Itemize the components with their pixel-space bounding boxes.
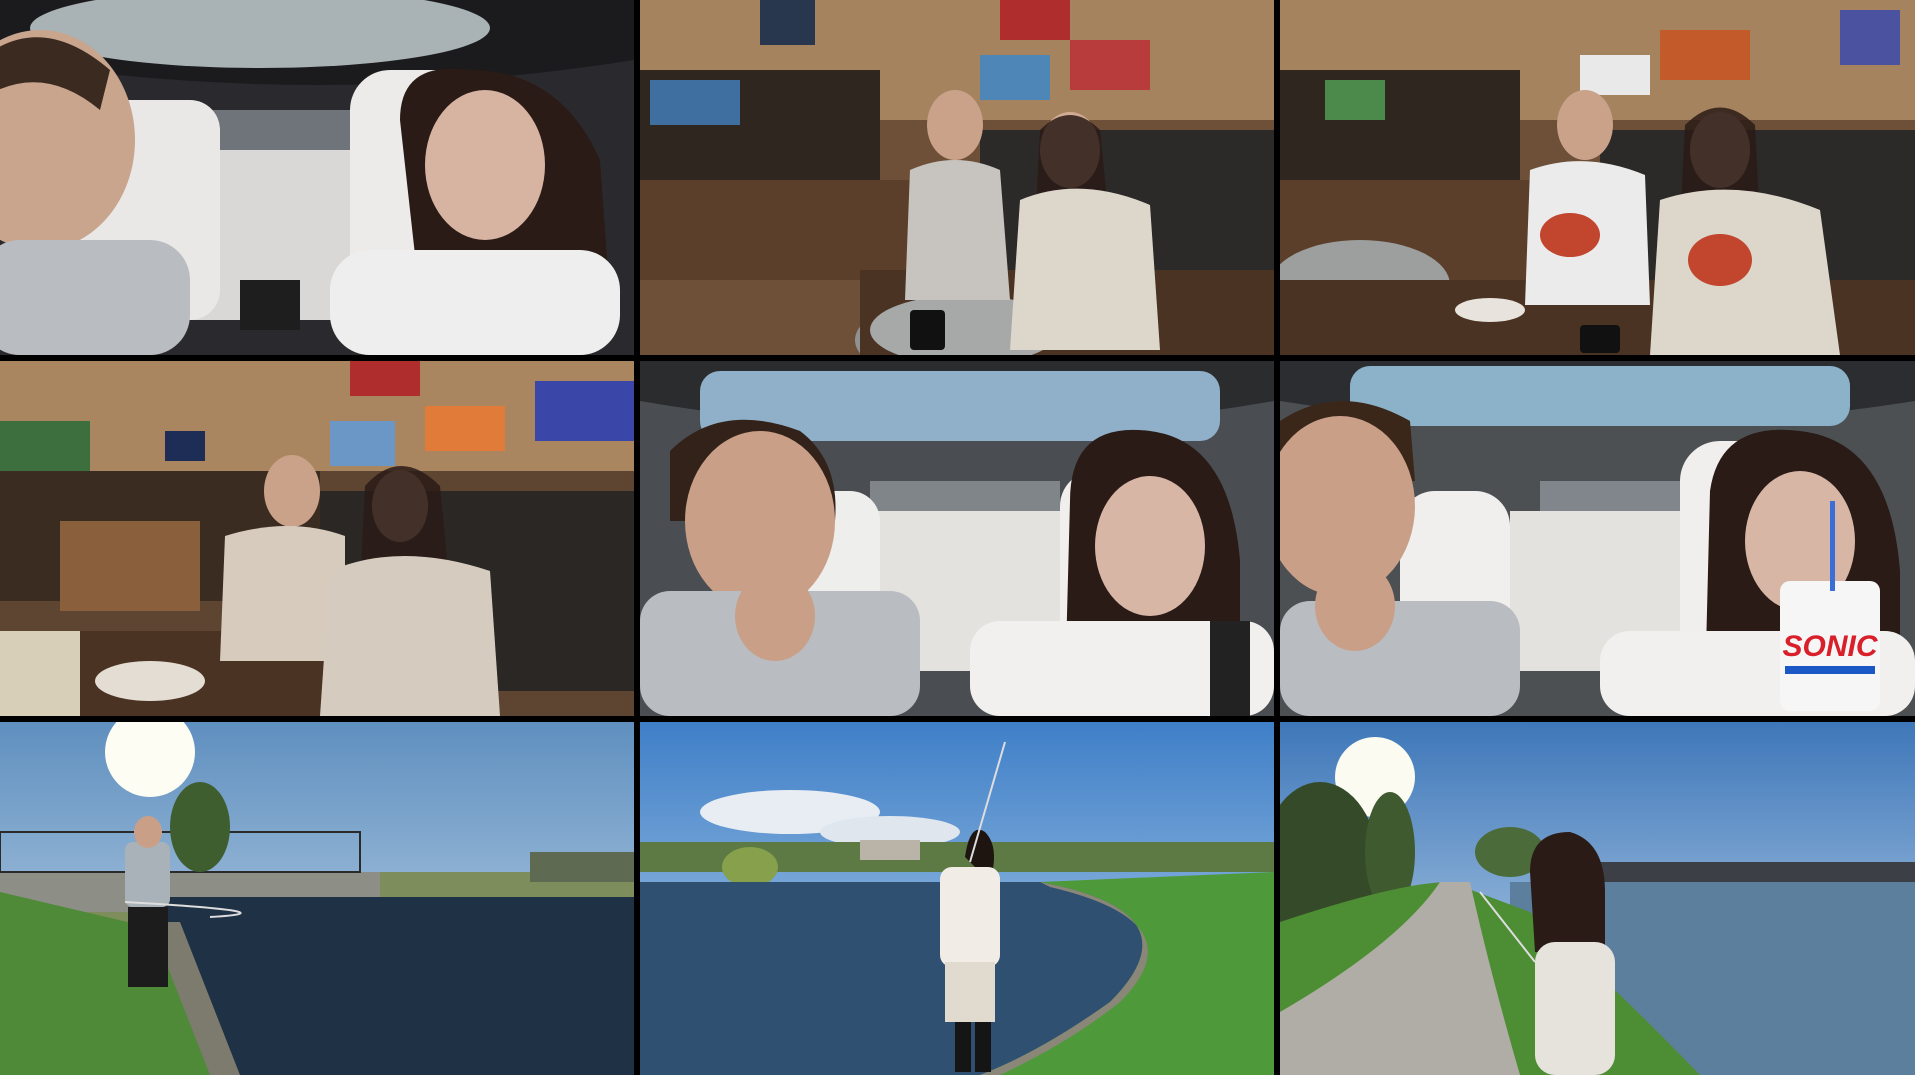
pond-fishing-photo bbox=[640, 722, 1274, 1075]
tile-pond-fishing-3[interactable] bbox=[1280, 722, 1915, 1075]
sports-bar-photo bbox=[640, 0, 1274, 355]
cup-logo-text: SONIC bbox=[1782, 630, 1878, 663]
tile-car-interior-2[interactable] bbox=[640, 361, 1274, 716]
sports-bar-photo bbox=[1280, 0, 1915, 355]
tile-car-interior-3[interactable]: SONIC bbox=[1280, 361, 1915, 716]
tile-car-interior-1[interactable] bbox=[0, 0, 634, 355]
car-interior-photo bbox=[640, 361, 1274, 716]
video-thumbnail-grid: SONIC bbox=[0, 0, 1915, 1075]
car-interior-photo bbox=[0, 0, 634, 355]
tile-pond-fishing-1[interactable] bbox=[0, 722, 634, 1075]
sports-bar-photo bbox=[0, 361, 634, 716]
car-interior-photo: SONIC bbox=[1280, 361, 1915, 716]
pond-fishing-photo bbox=[1280, 722, 1915, 1075]
tile-sports-bar-2[interactable] bbox=[1280, 0, 1915, 355]
tile-sports-bar-3[interactable] bbox=[0, 361, 634, 716]
pond-fishing-photo bbox=[0, 722, 634, 1075]
tile-pond-fishing-2[interactable] bbox=[640, 722, 1274, 1075]
tile-sports-bar-1[interactable] bbox=[640, 0, 1274, 355]
